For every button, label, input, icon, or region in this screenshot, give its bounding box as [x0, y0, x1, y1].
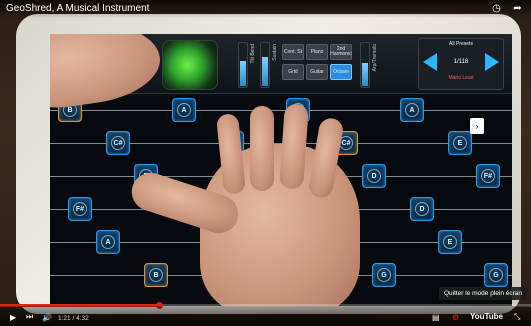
note-pad[interactable]: E: [438, 230, 462, 254]
mode-button[interactable]: Octave: [330, 64, 352, 80]
exit-fullscreen-icon[interactable]: ⤡: [514, 312, 520, 322]
preset-next-icon[interactable]: [485, 53, 499, 71]
note-ring: [481, 169, 495, 183]
note-pad[interactable]: F#: [476, 164, 500, 188]
ipad-device: Tilt Bend Sustain Cont. St Piano 2nd Har…: [16, 14, 521, 314]
geoshred-screen: Tilt Bend Sustain Cont. St Piano 2nd Har…: [50, 34, 512, 306]
preset-name: Mario Lead: [448, 75, 474, 81]
note-pad[interactable]: F#: [68, 197, 92, 221]
mode-button[interactable]: 2nd Harmonic: [330, 44, 352, 60]
note-pad[interactable]: A: [96, 230, 120, 254]
settings-icon[interactable]: ⚙: [452, 313, 459, 322]
youtube-logo[interactable]: YouTube: [470, 312, 503, 321]
volume-icon[interactable]: 🔊: [42, 313, 52, 322]
fullscreen-tooltip: Quitter le mode plein écran: [438, 287, 527, 300]
time-display: 1:21 / 4:32: [58, 315, 89, 322]
slider-tilt-bend[interactable]: [238, 42, 248, 88]
note-ring: [367, 169, 381, 183]
note-pad[interactable]: G: [484, 263, 508, 287]
note-pad[interactable]: G: [372, 263, 396, 287]
note-ring: [111, 136, 125, 150]
preset-selector[interactable]: All Presets 1/118 Mario Lead: [418, 38, 504, 90]
note-pad[interactable]: A: [400, 98, 424, 122]
slider-label: Arp/Tremolo: [372, 44, 378, 72]
slider-label: Tilt Bend: [250, 44, 256, 64]
time-total: 4:32: [76, 315, 89, 322]
note-ring: [489, 268, 503, 282]
xy-pad-orb[interactable]: [162, 40, 218, 90]
subtitles-icon[interactable]: ▤: [432, 313, 440, 322]
note-ring: [177, 103, 191, 117]
note-pad[interactable]: B: [144, 263, 168, 287]
string-line: [50, 110, 512, 111]
note-ring: [443, 235, 457, 249]
next-icon[interactable]: ⏭: [26, 312, 33, 322]
note-pad[interactable]: D: [410, 197, 434, 221]
watch-later-icon[interactable]: ◷: [491, 3, 502, 14]
slider-sustain[interactable]: [260, 42, 270, 88]
presets-title: All Presets: [449, 41, 473, 47]
slider-fill: [240, 61, 246, 86]
note-ring: [453, 136, 467, 150]
finger: [250, 106, 274, 191]
slider-fill: [262, 57, 268, 86]
video-controls: ▶ ⏭ 🔊 1:21 / 4:32 ▤ ⚙ YouTube ⤡: [0, 306, 531, 326]
note-ring: [149, 268, 163, 282]
play-icon[interactable]: ▶: [10, 313, 16, 322]
note-pad[interactable]: C#: [106, 131, 130, 155]
note-ring: [415, 202, 429, 216]
video-player[interactable]: Tilt Bend Sustain Cont. St Piano 2nd Har…: [0, 0, 531, 326]
time-current: 1:21: [58, 315, 71, 322]
video-top-bar: GeoShred, A Musical Instrument ◷ ➦: [0, 0, 531, 18]
note-pad[interactable]: E: [448, 131, 472, 155]
slider-arp[interactable]: [360, 42, 370, 88]
next-arrow-icon[interactable]: ›: [470, 118, 484, 134]
slider-label: Sustain: [272, 44, 278, 61]
mode-button[interactable]: Piano: [306, 44, 328, 60]
mode-button[interactable]: Guitar: [306, 64, 328, 80]
note-ring: [73, 202, 87, 216]
mode-button[interactable]: Cont. St: [282, 44, 304, 60]
video-title[interactable]: GeoShred, A Musical Instrument: [6, 3, 149, 14]
mode-button[interactable]: Grid: [282, 64, 304, 80]
note-pad[interactable]: A: [172, 98, 196, 122]
note-ring: [377, 268, 391, 282]
note-ring: [405, 103, 419, 117]
note-ring: [101, 235, 115, 249]
slider-fill: [362, 63, 368, 86]
note-pad[interactable]: D: [362, 164, 386, 188]
share-icon[interactable]: ➦: [512, 3, 523, 14]
